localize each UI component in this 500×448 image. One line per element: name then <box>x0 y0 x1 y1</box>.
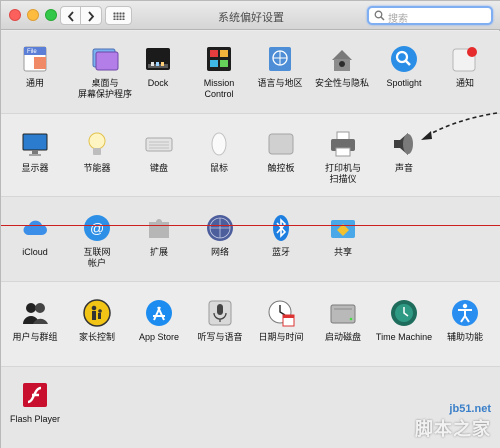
section-internet-wireless: iCloud @ 互联网 帐户 扩展 网络 蓝牙 共享 <box>1 197 500 281</box>
time-machine-icon <box>391 300 417 326</box>
desktop-screensaver-icon <box>92 48 119 71</box>
mission-control-icon <box>207 47 231 71</box>
pane-bluetooth[interactable]: 蓝牙 <box>249 214 313 280</box>
startup-disk-icon <box>330 304 356 324</box>
pane-energy-saver[interactable]: 节能器 <box>65 130 129 196</box>
spotlight-icon <box>391 46 417 72</box>
pane-label: 辅助功能 <box>446 332 483 342</box>
pane-language-region[interactable]: 语言与地区 <box>248 45 312 111</box>
window-title: 系统偏好设置 <box>218 12 284 24</box>
annotation-arrow <box>421 112 498 140</box>
displays-icon <box>22 133 48 156</box>
icloud-icon <box>23 220 47 235</box>
pane-sharing[interactable]: 共享 <box>311 214 375 280</box>
bluetooth-icon <box>273 215 289 241</box>
general-icon: File <box>23 46 47 72</box>
parental-controls-icon <box>83 299 111 327</box>
pane-mouse[interactable]: 鼠标 <box>187 130 251 196</box>
watermark-brand: 脚本之家 <box>415 419 491 439</box>
watermark-site: jb51.net <box>449 403 491 415</box>
energy-saver-icon <box>88 132 106 155</box>
pane-internet-accounts[interactable]: @ 互联网 帐户 <box>65 214 129 280</box>
printer-scanner-icon <box>331 131 355 157</box>
close-button[interactable] <box>9 9 21 21</box>
keyboard-icon <box>145 137 173 152</box>
app-store-icon <box>146 300 172 326</box>
pane-users-groups[interactable]: 用户与群组 <box>3 299 67 365</box>
mouse-icon <box>211 132 227 156</box>
pane-label: 通用 <box>25 78 44 88</box>
minimize-button[interactable] <box>27 9 39 21</box>
pane-label: 声音 <box>394 163 413 173</box>
network-icon <box>207 215 233 241</box>
annotation-line <box>1 225 500 226</box>
notifications-icon <box>452 47 477 72</box>
system-preferences-window: 系统偏好设置 搜索 File 通用 桌面与 屏幕保护程序 Dock Missio… <box>0 0 500 448</box>
date-time-icon <box>268 300 295 327</box>
pane-date-time[interactable]: 日期与时间 <box>249 299 313 365</box>
chevron-left-icon <box>67 11 74 22</box>
search-field[interactable]: 搜索 <box>367 6 493 25</box>
security-privacy-icon <box>332 50 352 71</box>
pane-flash-player[interactable]: Flash Player <box>3 381 67 447</box>
pane-label: 共享 <box>333 247 352 257</box>
pane-parental-controls[interactable]: 家长控制 <box>65 299 129 365</box>
sharing-icon <box>331 220 355 238</box>
accessibility-icon <box>452 300 478 326</box>
dock-icon <box>146 48 170 70</box>
svg-text:@: @ <box>90 220 104 236</box>
pane-label: Flash Player <box>9 414 61 424</box>
chevron-right-icon <box>88 11 95 22</box>
pane-label: 通知 <box>455 78 474 88</box>
forward-button[interactable] <box>81 6 102 25</box>
pane-trackpad[interactable]: 触控板 <box>249 130 313 196</box>
search-icon <box>374 10 385 21</box>
language-region-icon <box>269 47 291 71</box>
pane-displays[interactable]: 显示器 <box>3 130 67 196</box>
section-personal: File 通用 桌面与 屏幕保护程序 Dock Mission Control … <box>1 31 500 113</box>
trackpad-icon <box>268 133 294 155</box>
extensions-icon <box>149 219 169 238</box>
pane-notifications[interactable]: 通知 <box>433 45 497 111</box>
back-button[interactable] <box>60 6 81 25</box>
pane-general[interactable]: File 通用 <box>3 45 67 111</box>
watermark: jb51.net 脚本之家 <box>415 403 491 441</box>
section-system: 用户与群组 家长控制 App Store 听写与语音 日期与时间 启动磁盘 Ti… <box>1 282 500 366</box>
show-all-button[interactable] <box>105 6 132 25</box>
internet-accounts-icon: @ <box>84 215 110 241</box>
svg-text:File: File <box>27 49 37 55</box>
grid-icon <box>113 12 125 20</box>
zoom-button[interactable] <box>45 9 57 21</box>
flash-player-icon <box>23 383 47 407</box>
pane-accessibility[interactable]: 辅助功能 <box>433 299 497 365</box>
users-groups-icon <box>23 303 48 324</box>
toolbar: 系统偏好设置 搜索 <box>1 1 500 30</box>
dictation-speech-icon <box>208 300 232 326</box>
pane-security-privacy[interactable]: 安全性与隐私 <box>310 45 374 111</box>
pane-icloud[interactable]: iCloud <box>3 214 67 280</box>
search-placeholder: 搜索 <box>388 14 408 25</box>
